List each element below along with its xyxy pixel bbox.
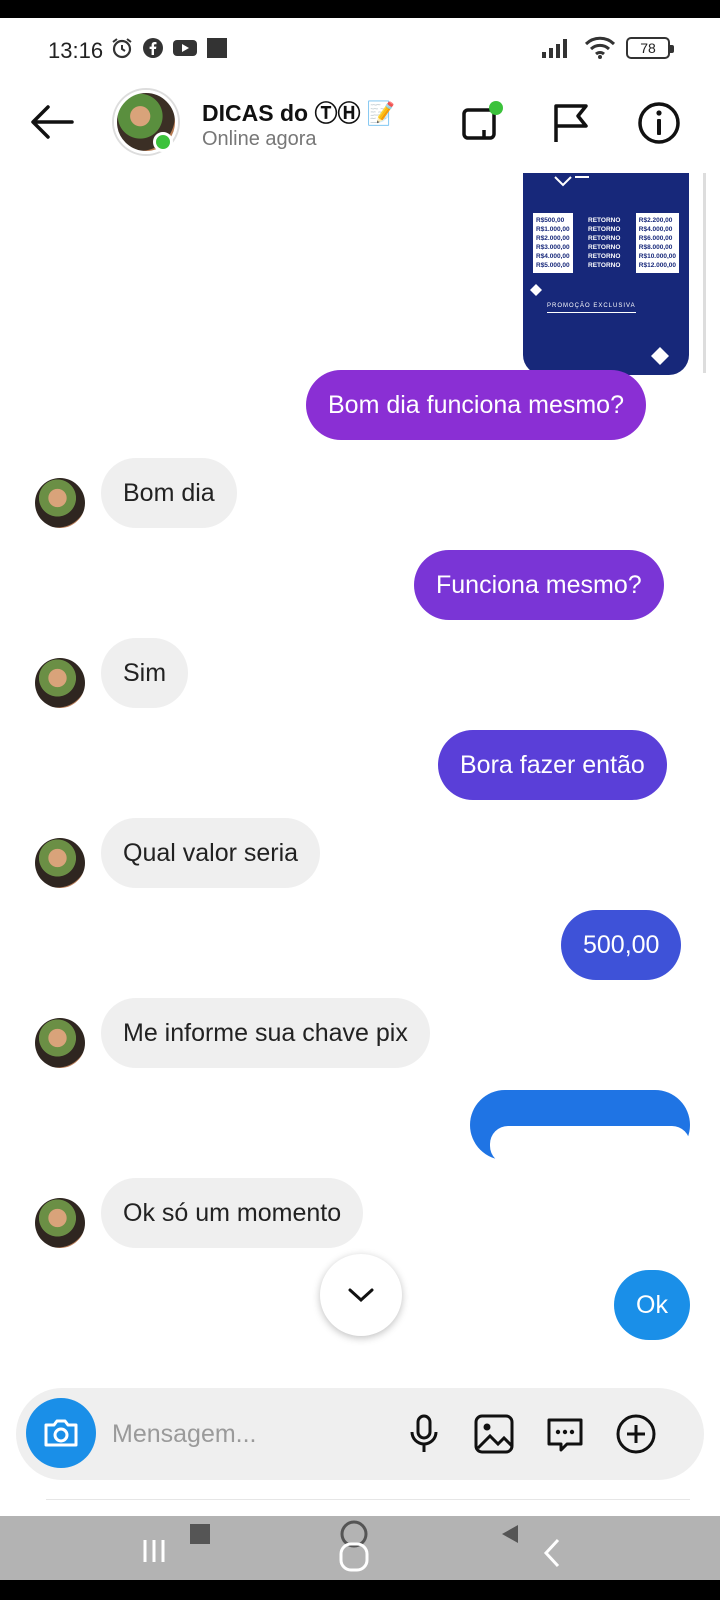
gallery-icon[interactable] <box>472 1412 516 1456</box>
status-time: 13:16 <box>48 38 104 63</box>
promo-cell: R$500,00 <box>536 217 565 224</box>
promo-cell: R$6.000,00 <box>638 235 673 242</box>
promo-cell: R$5.000,00 <box>536 262 570 269</box>
message-input[interactable] <box>112 1412 392 1456</box>
bottom-edge <box>0 1580 720 1600</box>
image-edge <box>703 173 706 373</box>
chevron-down-icon <box>348 1288 374 1303</box>
message-bubble-sent[interactable]: Bora fazer então <box>438 730 667 800</box>
message-bubble-received[interactable]: Me informe sua chave pix <box>101 998 430 1068</box>
status-system-icons: 78 <box>540 36 674 60</box>
camera-button[interactable] <box>26 1398 96 1468</box>
scroll-to-bottom-button[interactable] <box>320 1254 402 1336</box>
promo-cell: RETORNO <box>588 253 621 260</box>
home-icon[interactable] <box>334 1520 374 1574</box>
status-bar: 13:16 78 <box>0 18 720 80</box>
status-notification-icons <box>110 36 228 60</box>
signal-icon <box>542 39 567 58</box>
message-bubble-sent[interactable]: Bom dia funciona mesmo? <box>306 370 646 440</box>
facebook-icon <box>143 38 163 58</box>
chat-screen: 13:16 78 DICAS do ⓉⒽ 📝 Online agora R$50… <box>0 18 720 1516</box>
promo-footer: PROMOÇÃO EXCLUSIVA <box>547 303 636 313</box>
promo-col-returns: R$2.200,00 R$4.000,00 R$6.000,00 R$8.000… <box>635 213 679 273</box>
wifi-icon <box>584 36 616 59</box>
contact-avatar-small[interactable] <box>35 1018 85 1068</box>
diamond-icon <box>651 347 669 365</box>
youtube-icon <box>173 40 197 56</box>
info-icon[interactable] <box>636 100 682 146</box>
contact-avatar-small[interactable] <box>35 478 85 528</box>
back-icon[interactable] <box>540 1536 564 1570</box>
message-bubble-received[interactable]: Ok só um momento <box>101 1178 364 1248</box>
shared-image[interactable]: R$500,00 R$1.000,00 R$2.000,00 R$3.000,0… <box>523 173 689 375</box>
square-icon <box>190 1524 210 1544</box>
promo-cell: R$3.000,00 <box>536 244 570 251</box>
system-nav-bar <box>0 1516 720 1580</box>
promo-cell: R$1.000,00 <box>536 226 570 233</box>
promo-col-values: R$500,00 R$1.000,00 R$2.000,00 R$3.000,0… <box>533 213 573 273</box>
promo-cell: RETORNO <box>588 226 621 233</box>
promo-cell: R$4.000,00 <box>536 253 570 260</box>
contact-avatar-small[interactable] <box>35 658 85 708</box>
promo-cell: R$2.200,00 <box>638 217 673 224</box>
promo-cell: R$12.000,00 <box>638 262 676 269</box>
flag-icon[interactable] <box>548 100 594 146</box>
recent-apps-icon[interactable] <box>140 1536 170 1566</box>
message-bubble-received[interactable]: Bom dia <box>101 458 237 528</box>
divider <box>46 1499 690 1500</box>
alarm-icon <box>112 38 132 59</box>
message-bubble-sent[interactable]: 500,00 <box>561 910 682 980</box>
add-icon[interactable] <box>614 1412 658 1456</box>
chat-header: DICAS do ⓉⒽ 📝 Online agora <box>0 80 720 180</box>
promo-cell: R$10.000,00 <box>638 253 676 260</box>
promo-cell: RETORNO <box>588 235 621 242</box>
message-bubble-sent[interactable]: Ok <box>614 1270 690 1340</box>
battery-icon: 78 <box>626 37 674 59</box>
square-notification-icon <box>207 38 227 58</box>
top-edge <box>0 0 720 18</box>
back-arrow-icon[interactable] <box>28 102 76 142</box>
contact-avatar-small[interactable] <box>35 1198 85 1248</box>
promo-cell: R$4.000,00 <box>638 226 673 233</box>
video-call-icon[interactable] <box>460 100 506 146</box>
message-bubble-sent[interactable]: Funciona mesmo? <box>414 550 664 620</box>
message-bubble-received[interactable]: Qual valor seria <box>101 818 321 888</box>
promo-cell: RETORNO <box>588 244 621 251</box>
promo-cell: R$8.000,00 <box>638 244 673 251</box>
promo-cell: RETORNO <box>588 262 621 269</box>
online-status-dot <box>153 132 173 152</box>
promo-col-retorno: RETORNO RETORNO RETORNO RETORNO RETORNO … <box>585 213 623 273</box>
sticker-chat-icon[interactable] <box>543 1412 587 1456</box>
diamond-icon <box>530 284 542 296</box>
message-bubble-received[interactable]: Sim <box>101 638 189 708</box>
promo-cell: RETORNO <box>588 217 621 224</box>
promo-cell: R$2.000,00 <box>536 235 570 242</box>
contact-name[interactable]: DICAS do ⓉⒽ 📝 <box>202 94 395 128</box>
message-composer <box>16 1388 704 1480</box>
contact-status: Online agora <box>202 128 317 150</box>
camera-icon <box>44 1419 78 1447</box>
contact-avatar-small[interactable] <box>35 838 85 888</box>
pix-logo-icon <box>554 176 589 187</box>
microphone-icon[interactable] <box>402 1412 446 1456</box>
promo-table: R$500,00 R$1.000,00 R$2.000,00 R$3.000,0… <box>533 213 679 273</box>
redaction-mark <box>490 1126 690 1164</box>
triangle-back-icon <box>502 1525 518 1543</box>
